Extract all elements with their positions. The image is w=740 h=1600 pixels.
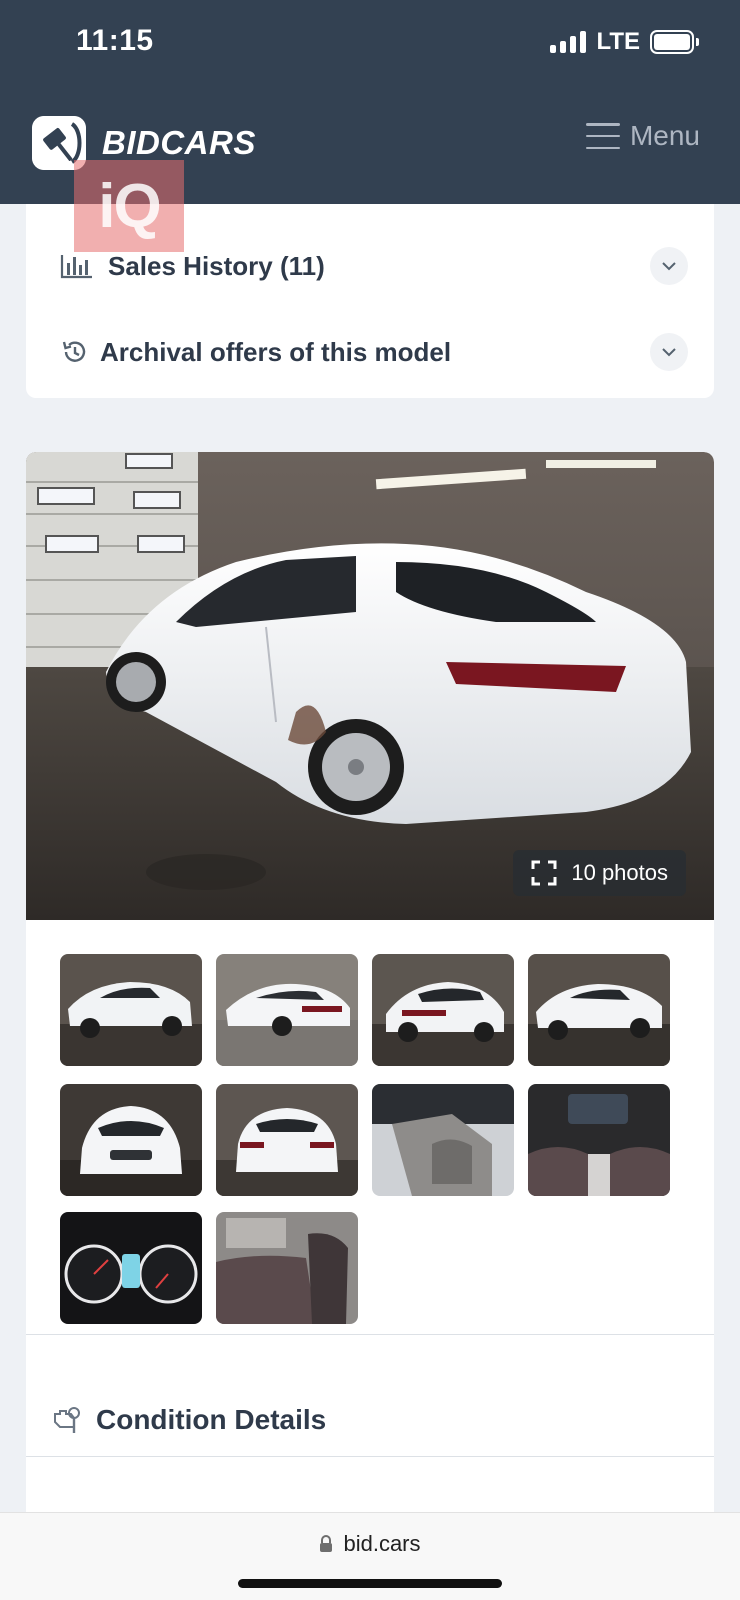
status-indicators: LTE [550, 28, 699, 56]
signal-icon [550, 31, 587, 53]
condition-details-label: Condition Details [96, 1404, 327, 1435]
photo-count-button[interactable]: 10 photos [513, 850, 686, 896]
photo-count-label: 10 photos [571, 860, 668, 885]
vehicle-photos-card: 10 photos Condition Details [26, 452, 714, 1512]
accordion-archival-offers[interactable]: Archival offers of this model [26, 312, 714, 392]
url-display[interactable]: bid.cars [0, 1531, 740, 1557]
browser-address-bar[interactable]: bid.cars [0, 1512, 740, 1600]
bar-chart-icon [60, 249, 94, 283]
condition-details-header[interactable]: Condition Details [52, 1404, 326, 1436]
engine-wrench-icon [54, 1407, 80, 1433]
thumbnail-5[interactable] [60, 1084, 202, 1196]
thumbnail-1[interactable] [60, 954, 202, 1066]
section-divider [26, 1456, 714, 1457]
url-text: bid.cars [343, 1531, 421, 1556]
iq-watermark: iQ [74, 160, 184, 252]
battery-icon [650, 30, 699, 54]
lock-icon [320, 1535, 333, 1552]
history-icon [58, 335, 92, 369]
accordion-label-archival-offers: Archival offers of this model [100, 336, 452, 367]
accordion-label-sales-history: Sales History (11) [108, 250, 325, 281]
section-divider [26, 1334, 714, 1335]
brand-name: BIDCARS [102, 124, 256, 161]
menu-label: Menu [629, 120, 700, 151]
thumbnail-10[interactable] [216, 1212, 358, 1324]
thumbnail-9[interactable] [60, 1212, 202, 1324]
chevron-down-icon[interactable] [650, 247, 688, 285]
fullscreen-icon [531, 860, 557, 886]
network-label: LTE [596, 28, 640, 55]
status-time: 11:15 [76, 24, 154, 57]
thumbnail-4[interactable] [528, 954, 670, 1066]
home-indicator[interactable] [238, 1579, 502, 1588]
menu-button[interactable]: Menu [585, 120, 700, 152]
thumbnail-7[interactable] [372, 1084, 514, 1196]
thumbnail-8[interactable] [528, 1084, 670, 1196]
hamburger-icon [585, 123, 620, 149]
main-vehicle-photo[interactable]: 10 photos [26, 452, 714, 920]
thumbnail-6[interactable] [216, 1084, 358, 1196]
chevron-down-icon[interactable] [650, 333, 688, 371]
thumbnail-2[interactable] [216, 954, 358, 1066]
thumbnail-3[interactable] [372, 954, 514, 1066]
